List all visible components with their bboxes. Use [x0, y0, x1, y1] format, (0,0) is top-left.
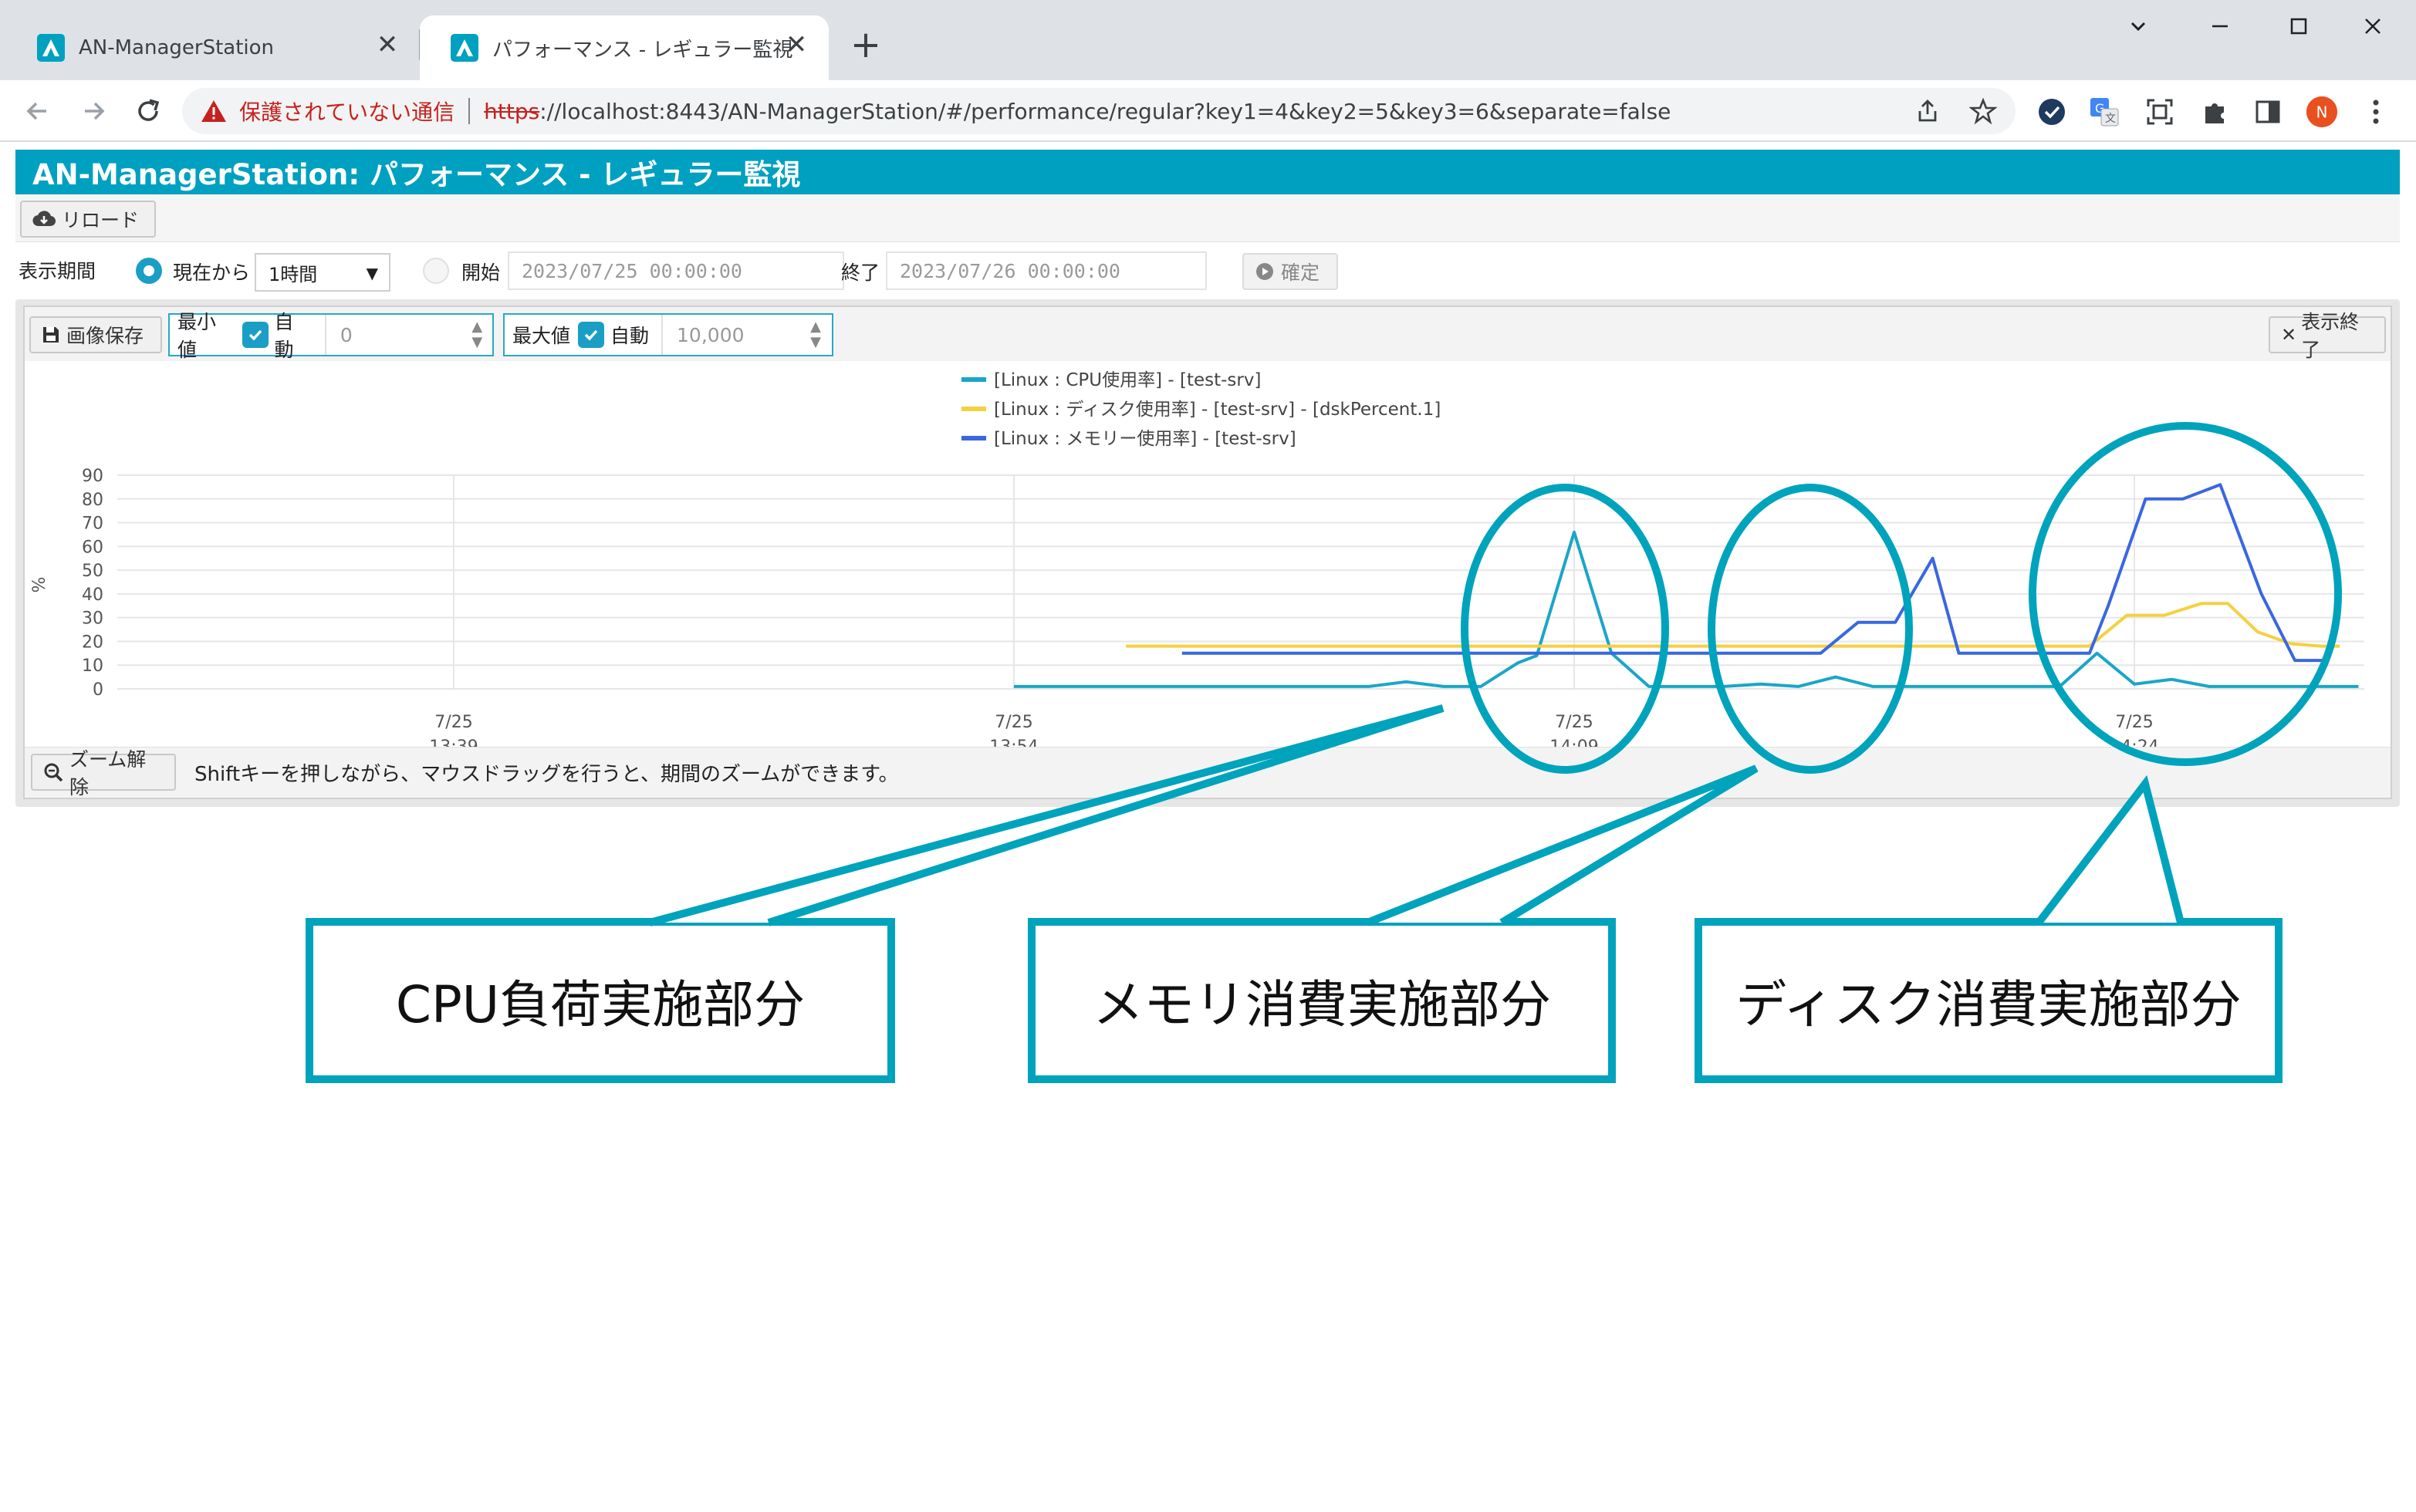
disk-callout: ディスク消費実施部分 — [1695, 918, 2283, 1083]
cpu-callout: CPU負荷実施部分 — [306, 918, 895, 1083]
app-root: AN-ManagerStation ✕ パフォーマンス - レギュラー監視 ✕ … — [0, 0, 2416, 1512]
memory-callout: メモリ消費実施部分 — [1028, 918, 1616, 1083]
memory-highlight-ellipse — [1708, 484, 1913, 774]
disk-highlight-ellipse — [2029, 422, 2342, 766]
cpu-highlight-ellipse — [1461, 484, 1669, 774]
annotation-overlay — [1461, 422, 2342, 774]
